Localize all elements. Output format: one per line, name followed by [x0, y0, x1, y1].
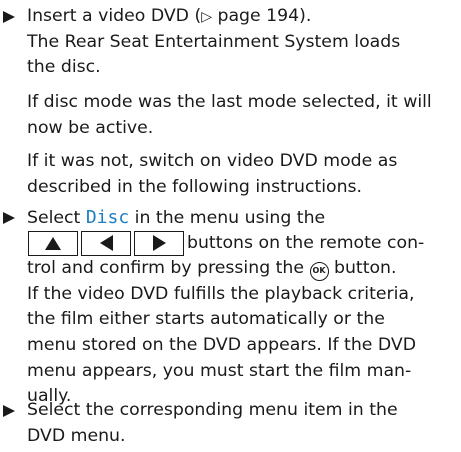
step-line: Select the corresponding menu item in th… — [27, 400, 398, 420]
step-line: The Rear Seat Entertainment System loads — [27, 31, 401, 52]
right-arrow-key-icon — [134, 230, 184, 256]
step-line: trol and confirm by pressing the OK butt… — [27, 256, 397, 282]
step-line: the disc. — [27, 57, 101, 78]
menu-item-disc: Disc — [85, 207, 130, 228]
step-line: Insert a video DVD (▷ page 194). — [27, 6, 312, 26]
step-line: Select Disc in the menu using the — [27, 207, 326, 228]
up-arrow-key-icon — [28, 230, 78, 256]
left-arrow-key-icon — [81, 230, 131, 256]
step-line: menu appears, you must start the film ma… — [27, 360, 412, 381]
step-line: menu stored on the DVD appears. If the D… — [27, 335, 417, 355]
step-line-text: buttons on the remote con- — [187, 232, 425, 253]
step-line: If the video DVD fulfills the playback c… — [27, 283, 415, 304]
step-line: the film either starts automatically or … — [27, 309, 385, 330]
page-reference-icon: ▷ — [201, 9, 212, 25]
step-arrow-icon — [0, 205, 22, 230]
ok-button-icon: OK — [309, 261, 329, 281]
step-arrow-icon — [0, 398, 22, 423]
paragraph-line: now be active. — [27, 117, 154, 138]
paragraph-line: described in the following instructions. — [27, 176, 363, 197]
step-arrow-icon — [0, 4, 22, 29]
paragraph-line: If disc mode was the last mode selected,… — [27, 92, 432, 112]
step-line: DVD menu. — [27, 425, 126, 446]
remote-key-group — [28, 230, 184, 256]
paragraph-line: If it was not, switch on video DVD mode … — [27, 151, 398, 171]
manual-page: Insert a video DVD (▷ page 194). The Rea… — [0, 0, 461, 452]
